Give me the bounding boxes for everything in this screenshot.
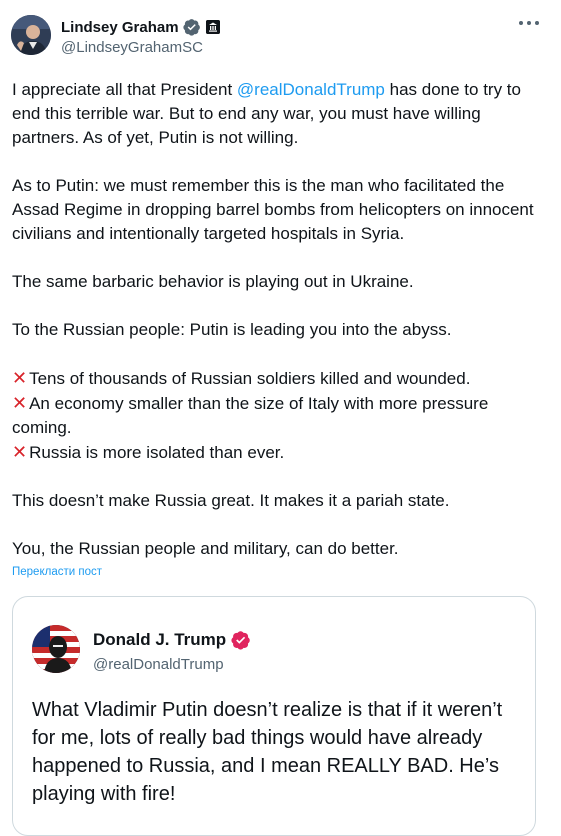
author-name[interactable]: Lindsey Graham: [61, 19, 179, 36]
cross-mark-icon: ✕: [12, 368, 28, 388]
quoted-author-name[interactable]: Donald J. Trump: [93, 630, 226, 650]
more-options-icon[interactable]: [519, 19, 539, 27]
tweet-paragraph-3: The same barbaric behavior is playing ou…: [12, 272, 414, 291]
tweet-paragraph-4: To the Russian people: Putin is leading …: [12, 320, 452, 339]
tweet-body: I appreciate all that President @realDon…: [12, 78, 552, 561]
verified-badge-icon: [182, 19, 200, 36]
tweet-header: Lindsey Graham @LindseyGrahamSC: [61, 17, 220, 56]
quoted-tweet-card[interactable]: Donald J. Trump @realDonaldTrump What Vl…: [12, 596, 536, 836]
government-badge-icon: [205, 20, 220, 34]
bullet-item: ✕ Tens of thousands of Russian soldiers k…: [12, 368, 471, 388]
tweet-paragraph-5: This doesn’t make Russia great. It makes…: [12, 491, 450, 510]
translate-post-link[interactable]: Перекласти пост: [12, 566, 102, 578]
tweet-paragraph-2: As to Putin: we must remember this is th…: [12, 176, 534, 243]
tweet-paragraph-6: You, the Russian people and military, ca…: [12, 539, 399, 558]
mention-link[interactable]: @realDonaldTrump: [237, 80, 385, 99]
author-avatar[interactable]: [11, 15, 51, 55]
author-handle[interactable]: @LindseyGrahamSC: [61, 39, 220, 56]
quoted-tweet-text: What Vladimir Putin doesn’t realize is t…: [32, 699, 503, 805]
cross-mark-icon: ✕: [12, 442, 28, 462]
quoted-author-handle[interactable]: @realDonaldTrump: [93, 656, 224, 673]
cross-mark-icon: ✕: [12, 393, 28, 413]
quoted-author-avatar[interactable]: [32, 625, 80, 673]
bullet-item: ✕ An economy smaller than the size of Ita…: [12, 393, 489, 437]
tweet-paragraph-1: I appreciate all that President @realDon…: [12, 80, 521, 147]
verified-badge-icon: [231, 631, 250, 650]
bullet-item: ✕ Russia is more isolated than ever.: [12, 442, 285, 462]
